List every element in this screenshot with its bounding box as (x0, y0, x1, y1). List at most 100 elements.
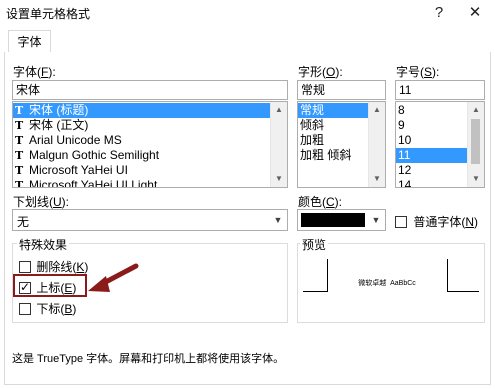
underline-label: 下划线(U): (13, 193, 69, 210)
normal-font-label: 普通字体(N) (413, 215, 478, 229)
scroll-up-icon[interactable]: ▲ (369, 102, 385, 118)
title-bar: 设置单元格格式 ? ✕ (0, 0, 495, 26)
list-item[interactable]: T 宋体 (标题) (13, 103, 287, 118)
list-item[interactable]: T Microsoft YaHei UI (13, 163, 287, 178)
superscript-option[interactable]: 上标(E) (19, 279, 76, 296)
subscript-label-suffix: ) (72, 302, 77, 316)
list-item-label: 9 (398, 118, 405, 132)
list-item-label: Arial Unicode MS (29, 133, 122, 147)
list-item-label: 倾斜 (300, 118, 325, 132)
color-label-suffix: ): (334, 195, 343, 209)
preview-baseline-left (303, 291, 327, 292)
list-item-label: 宋体 (标题) (29, 103, 89, 117)
strikethrough-checkbox[interactable] (19, 261, 31, 273)
list-item-label: 宋体 (正文) (29, 118, 89, 132)
list-item-label: Microsoft YaHei UI Light (29, 178, 158, 188)
strikethrough-option[interactable]: 删除线(K) (19, 258, 88, 275)
font-listbox[interactable]: T 宋体 (标题) T 宋体 (正文) T Arial Unicode MS T Malgun… (12, 101, 288, 188)
effects-group-title: 特殊效果 (17, 236, 70, 253)
list-item[interactable]: T 宋体 (正文) (13, 118, 287, 133)
scroll-down-icon[interactable]: ▼ (271, 171, 287, 187)
size-label-text: 字号( (396, 65, 424, 79)
subscript-option[interactable]: 下标(B) (19, 300, 76, 317)
style-label: 字形(O): (298, 63, 343, 80)
chevron-down-icon[interactable]: ▼ (269, 210, 287, 230)
size-label-suffix: ): (432, 65, 440, 79)
font-info-text: 这是 TrueType 字体。屏幕和打印机上都将使用该字体。 (12, 353, 285, 365)
size-label: 字号(S): (396, 63, 439, 80)
font-name-input[interactable]: 宋体 (12, 80, 288, 100)
scroll-down-icon[interactable]: ▼ (369, 171, 385, 187)
annotation-arrow-icon (88, 263, 139, 292)
style-list-scrollbar[interactable]: ▲ ▼ (368, 102, 385, 187)
normal-font-label-key: N (465, 215, 475, 229)
preview-edge-right (447, 259, 448, 292)
preview-sample-text: 微软卓越 AaBbCc (358, 280, 416, 287)
preview-group-title: 预览 (300, 236, 329, 253)
size-label-key: S (424, 65, 433, 79)
font-label: 字体(F): (13, 63, 56, 80)
subscript-checkbox[interactable] (19, 303, 31, 315)
normal-font-label-suffix: ) (474, 215, 479, 229)
list-item-label: 14 (398, 178, 412, 188)
font-list-scrollbar[interactable]: ▲ ▼ (270, 102, 287, 187)
size-list-scrollbar[interactable]: ▲ ▼ (467, 102, 484, 187)
font-label-text: 字体( (13, 65, 41, 79)
list-item-label: 加粗 (300, 133, 325, 147)
truetype-icon: T (15, 119, 24, 132)
truetype-icon: T (15, 179, 24, 188)
window-title: 设置单元格格式 (6, 7, 91, 21)
color-label-key: C (326, 195, 335, 209)
underline-select[interactable]: 无 ▼ (12, 209, 288, 231)
help-icon[interactable]: ? (428, 2, 450, 24)
superscript-checkbox[interactable] (19, 280, 31, 294)
list-item-label: 常规 (300, 103, 325, 117)
underline-label-suffix: ): (61, 195, 70, 209)
superscript-label-suffix: ) (72, 281, 77, 295)
list-item-label: 12 (398, 163, 412, 177)
superscript-label: 上标(E) (36, 281, 76, 295)
list-item-label: 10 (398, 133, 412, 147)
font-style-input[interactable]: 常规 (297, 80, 386, 100)
truetype-icon: T (15, 149, 24, 162)
list-item[interactable]: T Arial Unicode MS (13, 133, 287, 148)
strikethrough-label-text: 删除线( (36, 260, 77, 274)
superscript-label-text: 上标( (36, 281, 65, 295)
font-size-input[interactable]: 11 (395, 80, 485, 100)
truetype-icon: T (15, 104, 24, 117)
normal-font-label-text: 普通字体( (413, 215, 466, 229)
close-icon[interactable]: ✕ (464, 2, 486, 24)
normal-font-checkbox[interactable] (395, 216, 407, 228)
truetype-icon: T (15, 134, 24, 147)
list-item-label: Malgun Gothic Semilight (29, 148, 160, 162)
style-label-text: 字形( (298, 65, 326, 79)
tab-font[interactable]: 字体 (8, 30, 51, 53)
underline-label-key: U (53, 195, 62, 209)
subscript-label: 下标(B) (36, 302, 76, 316)
font-label-suffix: ): (48, 65, 56, 79)
color-label-text: 颜色( (298, 195, 326, 209)
style-listbox[interactable]: 常规 倾斜 加粗 加粗 倾斜 ▲ ▼ (297, 101, 386, 188)
chevron-down-icon[interactable]: ▼ (367, 210, 385, 230)
scroll-thumb[interactable] (471, 119, 480, 164)
strikethrough-label: 删除线(K) (36, 260, 88, 274)
color-picker[interactable]: ▼ (297, 209, 386, 231)
style-label-suffix: ): (335, 65, 343, 79)
list-item[interactable]: T Malgun Gothic Semilight (13, 148, 287, 163)
list-item-label: Microsoft YaHei UI (29, 163, 128, 177)
subscript-label-text: 下标( (36, 302, 65, 316)
scroll-up-icon[interactable]: ▲ (468, 102, 484, 118)
underline-value: 无 (17, 215, 30, 229)
list-item-label: 11 (398, 148, 411, 162)
preview-baseline-right (447, 291, 479, 292)
list-item[interactable]: T Microsoft YaHei UI Light (13, 178, 287, 188)
style-label-key: O (326, 65, 336, 79)
scroll-down-icon[interactable]: ▼ (468, 171, 484, 187)
normal-font-option[interactable]: 普通字体(N) (395, 213, 478, 230)
font-list-items: T 宋体 (标题) T 宋体 (正文) T Arial Unicode MS T Malgun… (13, 102, 287, 188)
preview-box: 微软卓越 AaBbCc (303, 254, 479, 316)
size-listbox[interactable]: 8 9 10 11 12 14 ▲ ▼ (395, 101, 485, 188)
color-label: 颜色(C): (298, 193, 342, 210)
scroll-up-icon[interactable]: ▲ (271, 102, 287, 118)
truetype-icon: T (15, 164, 24, 177)
